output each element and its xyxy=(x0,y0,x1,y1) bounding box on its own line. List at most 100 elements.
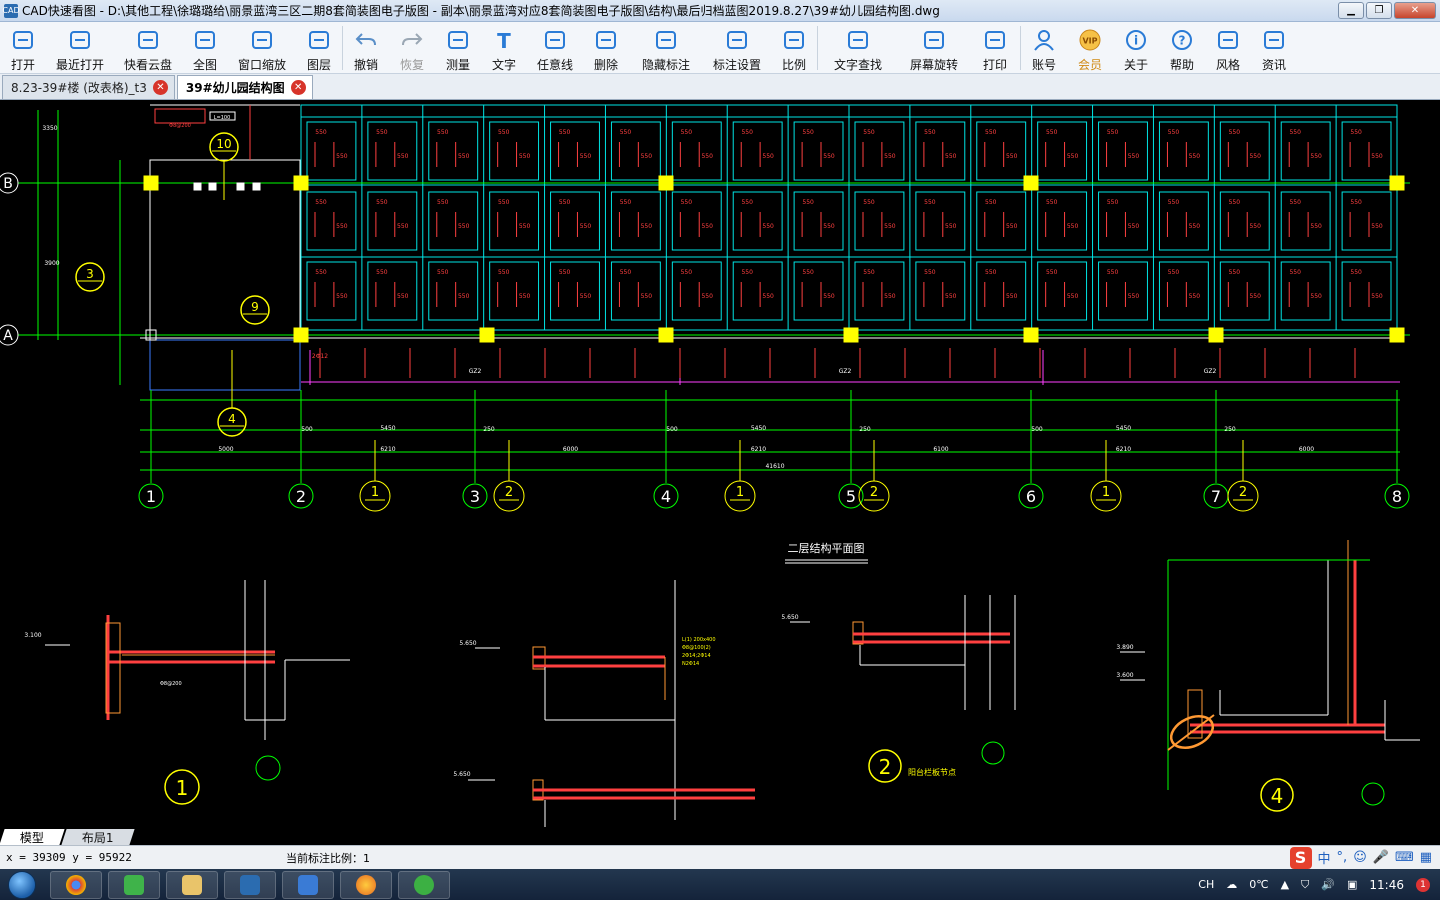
keyboard-icon[interactable]: ⌨ xyxy=(1395,850,1414,865)
cell-dimension: 550 xyxy=(1249,223,1261,230)
toolbar-print-button[interactable]: 打印 xyxy=(970,22,1020,74)
toolbar-rotate-screen-button[interactable]: 屏幕旋转 xyxy=(898,22,970,74)
toolbar-label: 恢复 xyxy=(399,58,424,72)
cell-dimension: 550 xyxy=(580,223,592,230)
toolbar-fit-all-button[interactable]: 全图 xyxy=(182,22,228,74)
annotation-settings-icon xyxy=(727,31,747,49)
toolbar-text-button[interactable]: T 文字 xyxy=(481,22,527,74)
toolbar-pen-button[interactable]: 任意线 xyxy=(527,22,583,74)
sub-dimension: 500 xyxy=(666,426,678,433)
taskbar-wechat[interactable] xyxy=(108,870,160,899)
taskbar-cad[interactable] xyxy=(224,870,276,899)
column-label: GZ2 xyxy=(469,368,482,375)
cell-dimension: 550 xyxy=(1249,153,1261,160)
tray-expand-icon[interactable]: ▲ xyxy=(1281,878,1289,891)
column-label: GZ2 xyxy=(1204,368,1217,375)
chrome-icon xyxy=(66,874,86,895)
cell-dimension: 550 xyxy=(498,269,510,276)
ime-mode[interactable]: 中 xyxy=(1318,848,1331,867)
span-dimension: 6210 xyxy=(751,446,766,453)
toolbar-vip-button[interactable]: VIP 会员 xyxy=(1067,22,1113,74)
network-icon[interactable]: ▣ xyxy=(1347,878,1357,891)
cell-dimension: 550 xyxy=(580,293,592,300)
ime-tools-icon[interactable]: ▦ xyxy=(1420,850,1432,865)
toolbar-undo-button[interactable]: 撤销 xyxy=(343,22,389,74)
toolbar-text-search-button[interactable]: 文字查找 xyxy=(818,22,898,74)
toolbar-info-button[interactable]: i 关于 xyxy=(1113,22,1159,74)
close-button[interactable]: ✕ xyxy=(1394,2,1436,19)
volume-icon[interactable]: 🔊 xyxy=(1321,878,1335,891)
weather-icon[interactable]: ☁ xyxy=(1226,878,1237,891)
toolbar-label: 任意线 xyxy=(536,58,573,72)
toolbar-eraser-button[interactable]: 删除 xyxy=(583,22,629,74)
taskbar-t-app[interactable] xyxy=(282,870,334,899)
plan-title: 二层结构平面图 xyxy=(788,541,865,555)
scale-icon xyxy=(784,31,804,49)
toolbar-news-button[interactable]: 资讯 xyxy=(1251,22,1297,74)
layout-tab-model[interactable]: 模型 xyxy=(0,829,65,845)
tab-document-1[interactable]: 8.23-39#楼 (改表格)_t3 ✕ xyxy=(2,75,175,99)
cell-dimension: 550 xyxy=(641,293,653,300)
layers-icon xyxy=(309,31,329,49)
toolbar-measure-button[interactable]: 测量 xyxy=(435,22,481,74)
toolbar-recent-button[interactable]: 最近打开 xyxy=(46,22,114,74)
sub-dimension: 5450 xyxy=(1116,425,1131,432)
toolbar-layers-button[interactable]: 图层 xyxy=(296,22,342,74)
text-search-icon xyxy=(848,31,868,49)
toolbar-help-button[interactable]: ? 帮助 xyxy=(1159,22,1205,74)
cell-dimension: 550 xyxy=(1189,153,1201,160)
toolbar-redo-button[interactable]: 恢复 xyxy=(389,22,435,74)
cell-dimension: 550 xyxy=(681,129,693,136)
minimize-button[interactable]: ▁ xyxy=(1338,2,1364,19)
shield-icon[interactable]: ⛉ xyxy=(1301,878,1309,892)
cell-dimension: 550 xyxy=(924,269,936,276)
cursor-coordinates: x = 39309 y = 95922 xyxy=(6,851,132,864)
toolbar-annotation-settings-button[interactable]: 标注设置 xyxy=(703,22,771,74)
taskbar-explorer[interactable] xyxy=(166,870,218,899)
elevation-label: 3.600 xyxy=(1116,672,1133,679)
cell-dimension: 550 xyxy=(681,269,693,276)
ime-toolbar[interactable]: S 中 °, ☺ 🎤 ⌨ ▦ xyxy=(1289,846,1432,869)
close-tab-icon[interactable]: ✕ xyxy=(290,80,306,95)
toolbar-account-button[interactable]: 账号 xyxy=(1021,22,1067,74)
layout-tab-layout1[interactable]: 布局1 xyxy=(61,829,135,845)
punctuation-icon[interactable]: °, xyxy=(1337,850,1348,865)
toolbar-label: 隐藏标注 xyxy=(641,58,690,72)
cell-dimension: 550 xyxy=(1189,293,1201,300)
toolbar-label: 测量 xyxy=(445,58,470,72)
cell-dimension: 550 xyxy=(519,153,531,160)
cell-dimension: 550 xyxy=(701,153,713,160)
taskbar-firefox[interactable] xyxy=(340,870,392,899)
beam-spec: 2Φ14;2Φ14 xyxy=(682,653,711,659)
emoji-icon[interactable]: ☺ xyxy=(1353,850,1367,865)
mic-icon[interactable]: 🎤 xyxy=(1373,850,1389,865)
toolbar-label: 全图 xyxy=(192,58,217,72)
toolbar-style-button[interactable]: 风格 xyxy=(1205,22,1251,74)
notification-badge[interactable]: 1 xyxy=(1416,877,1430,892)
toolbar-folder-open-button[interactable]: 打开 xyxy=(0,22,46,74)
toolbar-label: 屏幕旋转 xyxy=(909,58,958,72)
sub-dimension: 5450 xyxy=(751,425,766,432)
drawing-canvas[interactable]: 550 550 550 550 550 550 550 550 550 550 550 550 550 5… xyxy=(0,100,1440,827)
grid-column-label: 1 xyxy=(146,487,156,506)
tab-document-2[interactable]: 39#幼儿园结构图 ✕ xyxy=(176,75,313,99)
toolbar-scale-button[interactable]: 比例 xyxy=(771,22,817,74)
close-tab-icon[interactable]: ✕ xyxy=(152,80,168,95)
toolbar-zoom-window-button[interactable]: 窗口缩放 xyxy=(228,22,296,74)
maximize-button[interactable]: ❐ xyxy=(1366,2,1392,19)
cell-dimension: 550 xyxy=(1107,269,1119,276)
language-indicator[interactable]: CH xyxy=(1198,878,1214,891)
cell-dimension: 550 xyxy=(1067,223,1079,230)
cell-dimension: 550 xyxy=(1168,199,1180,206)
cell-dimension: 550 xyxy=(1350,269,1362,276)
taskbar-chrome[interactable] xyxy=(50,870,102,899)
text-icon: T xyxy=(497,29,511,52)
cad-entity xyxy=(143,175,159,191)
weather-temp: 0℃ xyxy=(1249,878,1269,891)
taskbar-360[interactable] xyxy=(398,870,450,899)
toolbar-eye-hide-button[interactable]: 隐藏标注 xyxy=(629,22,703,74)
span-dimension: 6000 xyxy=(1299,446,1314,453)
cell-dimension: 550 xyxy=(945,223,957,230)
toolbar-cloud-button[interactable]: 快看云盘 xyxy=(114,22,182,74)
start-button[interactable] xyxy=(0,869,44,900)
